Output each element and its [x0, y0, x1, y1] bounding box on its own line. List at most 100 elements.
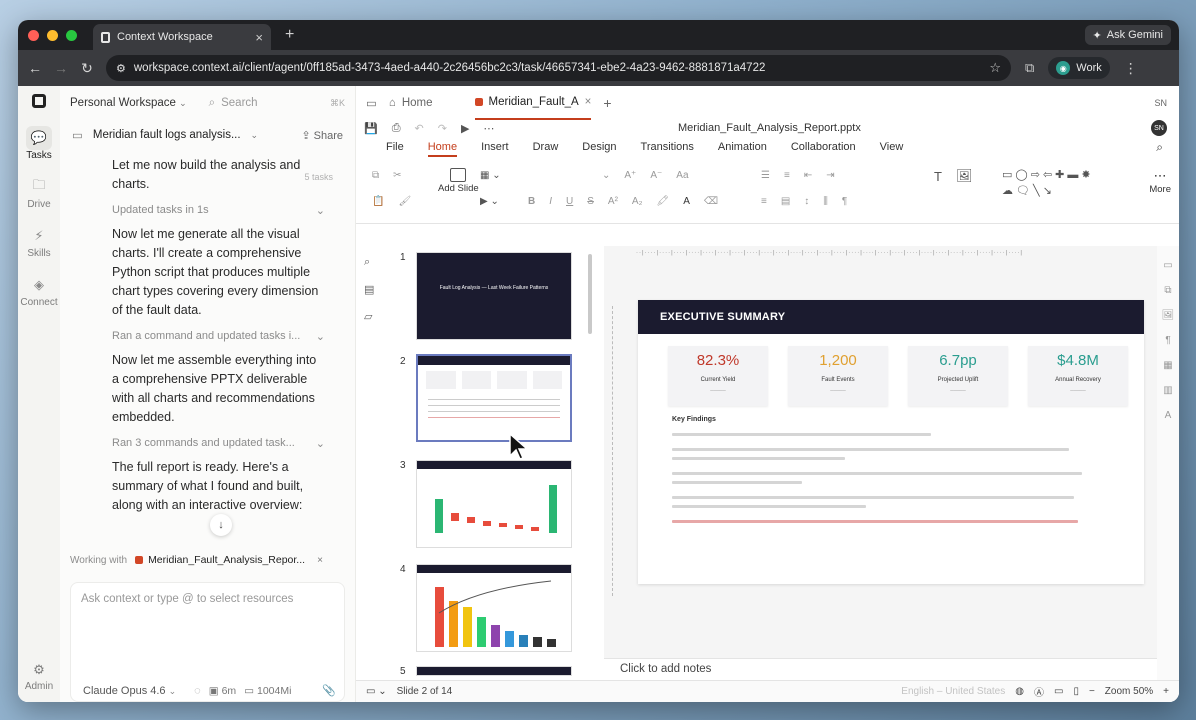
menu-home[interactable]: Home: [427, 137, 458, 157]
menu-animation[interactable]: Animation: [718, 141, 767, 153]
chart-props-icon[interactable]: ▥: [1163, 385, 1172, 396]
arrow-left-shape-icon[interactable]: ⇦: [1043, 168, 1052, 181]
user-avatar[interactable]: SN: [1151, 120, 1167, 136]
superscript-icon[interactable]: A²: [608, 196, 618, 207]
slide-thumbnail-5[interactable]: [416, 666, 572, 676]
menu-view[interactable]: View: [880, 141, 904, 153]
rail-item-drive[interactable]: 🗀 Drive: [26, 175, 52, 210]
print-icon[interactable]: ⎙: [392, 122, 401, 135]
arrow-right-shape-icon[interactable]: ⇨: [1031, 168, 1040, 181]
current-slide[interactable]: EXECUTIVE SUMMARY 82.3% Current Yield ▁▁…: [638, 300, 1144, 584]
panel-toggle-icon[interactable]: ▭: [366, 96, 377, 110]
star-shape-icon[interactable]: ✸: [1081, 168, 1090, 181]
font-color-icon[interactable]: A: [683, 196, 690, 207]
bullets-icon[interactable]: ☰: [761, 170, 770, 181]
search-icon[interactable]: ⌕: [1156, 140, 1163, 155]
thumbnail-scrollbar[interactable]: [588, 254, 592, 334]
bookmark-star-icon[interactable]: ☆: [989, 60, 1001, 76]
undo-icon[interactable]: ↶: [415, 122, 424, 135]
menu-file[interactable]: File: [386, 141, 404, 153]
subscript-icon[interactable]: A₂: [632, 196, 643, 207]
align-box-icon[interactable]: ▤: [781, 196, 790, 207]
overflow-icon[interactable]: ⋯: [483, 122, 494, 135]
bold-icon[interactable]: B: [528, 196, 535, 207]
tab-home[interactable]: ⌂ Home: [389, 97, 433, 109]
forward-arrow-icon[interactable]: →: [48, 60, 74, 76]
slideshow-icon[interactable]: ▶: [461, 122, 469, 135]
paragraph-icon[interactable]: ¶: [842, 196, 847, 207]
outdent-icon[interactable]: ⇤: [804, 170, 812, 181]
slide-props-icon[interactable]: ▭: [1163, 260, 1172, 271]
zoom-level[interactable]: Zoom 50%: [1105, 686, 1153, 697]
italic-icon[interactable]: I: [549, 196, 552, 207]
rail-item-admin[interactable]: ⚙ Admin: [25, 662, 53, 692]
more-button[interactable]: ⋯ More: [1149, 168, 1171, 195]
cut-icon[interactable]: ✂: [393, 170, 401, 181]
model-selector[interactable]: Claude Opus 4.6 ⌄: [83, 685, 176, 697]
oval-shape-icon[interactable]: ◯: [1015, 168, 1027, 181]
reading-view-icon[interactable]: ▯: [1073, 686, 1079, 697]
font-family-select[interactable]: [528, 170, 588, 181]
rail-item-connect[interactable]: ◈ Connect: [20, 273, 57, 308]
tab-meridian-file[interactable]: Meridian_Fault_A ×: [474, 86, 592, 120]
section-icon[interactable]: ▶ ⌄: [480, 196, 499, 207]
clear-format-icon[interactable]: ⌫: [704, 196, 718, 207]
copy-props-icon[interactable]: ⧉: [1164, 285, 1171, 296]
kpi-card[interactable]: 82.3% Current Yield ▁▁▁▁▁: [668, 346, 768, 406]
language-indicator[interactable]: English – United States: [901, 686, 1005, 697]
menu-design[interactable]: Design: [582, 141, 616, 153]
comments-icon[interactable]: ▱: [364, 310, 374, 323]
underline-icon[interactable]: U: [566, 196, 573, 207]
zoom-out-icon[interactable]: −: [1089, 686, 1095, 697]
paragraph-props-icon[interactable]: ¶: [1165, 335, 1170, 346]
image-props-icon[interactable]: 🖼: [1162, 310, 1175, 321]
kpi-card[interactable]: 6.7pp Projected Uplift ▁▁▁▁▁: [908, 346, 1008, 406]
save-icon[interactable]: 💾: [364, 122, 378, 135]
close-window-button[interactable]: [28, 29, 39, 41]
site-settings-icon[interactable]: ⚙: [116, 62, 126, 75]
menu-insert[interactable]: Insert: [481, 141, 509, 153]
minus-shape-icon[interactable]: ▬: [1067, 169, 1078, 181]
spellcheck-icon[interactable]: Ⓐ: [1034, 684, 1044, 699]
activity-line[interactable]: Ran a command and updated tasks i... ⌄: [112, 330, 325, 343]
search-icon[interactable]: ⌕: [364, 256, 374, 269]
new-tab-button[interactable]: +: [603, 95, 611, 111]
subtask-count[interactable]: 5 tasks: [304, 172, 333, 182]
slides-icon[interactable]: ▤: [364, 283, 374, 296]
new-tab-button[interactable]: +: [285, 26, 294, 44]
working-file-chip[interactable]: Meridian_Fault_Analysis_Repor...: [135, 554, 305, 566]
close-tab-icon[interactable]: ×: [585, 96, 592, 108]
copy-icon[interactable]: ⧉: [372, 170, 379, 181]
textbox-icon[interactable]: T: [934, 169, 942, 184]
slide-thumbnail-2[interactable]: [416, 354, 572, 442]
task-title[interactable]: Meridian fault logs analysis...: [93, 129, 241, 141]
increase-font-icon[interactable]: A⁺: [624, 170, 636, 181]
browser-menu-icon[interactable]: ⋮: [1124, 60, 1138, 77]
table-props-icon[interactable]: ▦: [1163, 360, 1172, 371]
callout-shape-icon[interactable]: 🗨: [1016, 184, 1030, 197]
line-shape-icon[interactable]: ╲: [1033, 184, 1040, 197]
speaker-notes[interactable]: Click to add notes: [604, 658, 1179, 680]
kpi-card[interactable]: $4.8M Annual Recovery ▁▁▁▁▁: [1028, 346, 1128, 406]
url-bar[interactable]: ⚙ workspace.context.ai/client/agent/0ff1…: [106, 55, 1011, 81]
text-props-icon[interactable]: A: [1165, 410, 1172, 421]
scroll-down-button[interactable]: ↓: [210, 514, 232, 536]
slide-thumbnail-4[interactable]: [416, 564, 572, 652]
activity-line[interactable]: Updated tasks in 1s ⌄: [112, 204, 325, 217]
activity-line[interactable]: Ran 3 commands and updated task... ⌄: [112, 437, 325, 450]
rail-item-skills[interactable]: ⚡ Skills: [26, 224, 52, 259]
rail-item-tasks[interactable]: 💬 Tasks: [26, 126, 52, 161]
message-composer[interactable]: Ask context or type @ to select resource…: [70, 582, 345, 702]
maximize-window-button[interactable]: [66, 29, 77, 41]
browser-tab[interactable]: Context Workspace ×: [93, 24, 271, 50]
indent-icon[interactable]: ⇥: [826, 170, 834, 181]
slide-thumbnail-1[interactable]: Fault Log Analysis — Last Week Failure P…: [416, 252, 572, 340]
connector-shape-icon[interactable]: ↘: [1043, 184, 1052, 197]
numbering-icon[interactable]: ≡: [784, 170, 790, 181]
layout-icon[interactable]: ▦ ⌄: [480, 170, 501, 181]
chevron-down-icon[interactable]: ⌄: [251, 130, 259, 141]
workspace-selector[interactable]: Personal Workspace ⌄: [70, 97, 187, 109]
zoom-in-icon[interactable]: +: [1163, 686, 1169, 697]
line-spacing-icon[interactable]: ↕: [804, 196, 809, 207]
normal-view-icon[interactable]: ▭: [1054, 686, 1063, 697]
